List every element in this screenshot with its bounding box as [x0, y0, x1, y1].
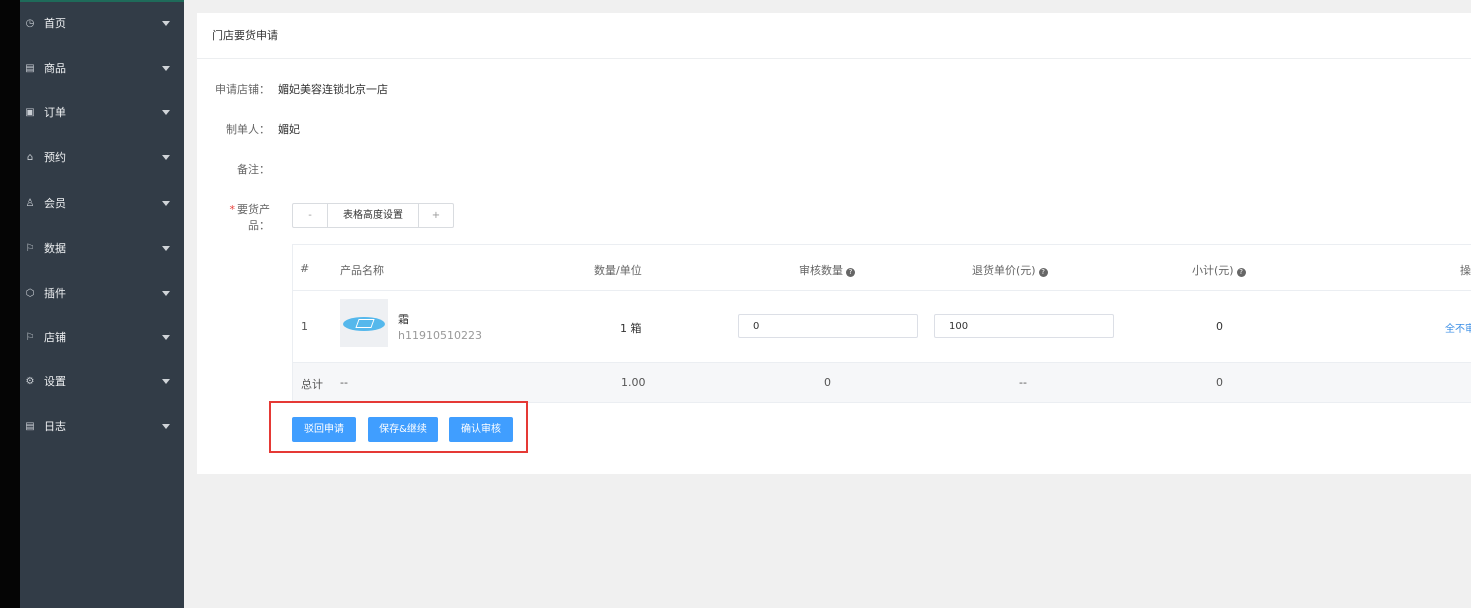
- product-name: 霜: [398, 313, 409, 326]
- chevron-down-icon: [162, 246, 170, 251]
- member-icon: ♙: [25, 197, 35, 209]
- page-title: 门店要货申请: [197, 13, 1471, 59]
- products-label-text: 要货产品：: [237, 203, 270, 232]
- sidebar-item-settings[interactable]: ⚙ 设置: [20, 359, 184, 403]
- chevron-down-icon: [162, 66, 170, 71]
- save-continue-button[interactable]: 保存&继续: [368, 417, 438, 442]
- maker-label: 制单人：: [226, 123, 270, 136]
- sidebar-item-label: 设置: [44, 375, 66, 388]
- chevron-down-icon: [162, 335, 170, 340]
- sidebar-item-label: 店铺: [44, 331, 66, 344]
- help-icon[interactable]: ?: [846, 268, 855, 277]
- confirm-audit-button[interactable]: 确认审核: [449, 417, 513, 442]
- header-subtotal: 小计(元)?: [1192, 262, 1246, 278]
- sidebar-item-booking[interactable]: ⌂ 预约: [20, 135, 184, 179]
- sidebar-item-goods[interactable]: ▤ 商品: [20, 46, 184, 90]
- total-name: --: [340, 376, 348, 389]
- total-subtotal: 0: [1216, 376, 1223, 389]
- sidebar-item-label: 日志: [44, 420, 66, 433]
- remark-label: 备注：: [237, 163, 270, 176]
- home-icon: ⌂: [26, 151, 34, 163]
- dashboard-icon: ◷: [25, 17, 35, 29]
- store-label: 申请店铺：: [215, 83, 270, 96]
- sidebar-item-label: 首页: [44, 17, 66, 30]
- header-operation: 操: [1460, 264, 1471, 277]
- chevron-down-icon: [162, 291, 170, 296]
- row-qty-unit: 1 箱: [620, 322, 642, 335]
- plugin-icon: ⬡: [25, 287, 35, 299]
- sidebar: ◷ 首页 ▤ 商品 ▣ 订单 ⌂ 预约 ♙ 会员 ⚐ 数据 ⬡ 插件 ⚐ 店铺 …: [20, 0, 184, 608]
- sidebar-item-members[interactable]: ♙ 会员: [20, 181, 184, 225]
- chevron-down-icon: [162, 379, 170, 384]
- chevron-down-icon: [162, 424, 170, 429]
- order-icon: ▣: [25, 106, 35, 118]
- total-label: 总计: [301, 378, 323, 391]
- table-header-row: # 产品名称 数量/单位 审核数量? 退货单价(元)? 小计(元)? 操: [292, 244, 1471, 291]
- product-code: h11910510223: [398, 329, 482, 342]
- table-total-row: 总计 -- 1.00 0 -- 0: [292, 363, 1471, 403]
- chevron-down-icon: [162, 110, 170, 115]
- log-icon: ▤: [25, 420, 35, 432]
- sidebar-item-label: 商品: [44, 62, 66, 75]
- product-thumbnail: [340, 299, 388, 347]
- header-qty-unit: 数量/单位: [594, 264, 642, 277]
- row-subtotal: 0: [1216, 320, 1223, 333]
- chevron-down-icon: [162, 155, 170, 160]
- header-subtotal-label: 小计(元): [1192, 264, 1234, 277]
- sidebar-item-orders[interactable]: ▣ 订单: [20, 90, 184, 134]
- settings-icon: ⚙: [25, 375, 35, 387]
- sidebar-item-label: 数据: [44, 242, 66, 255]
- left-edge: [0, 0, 20, 608]
- header-index: #: [300, 262, 310, 275]
- sidebar-item-data[interactable]: ⚐ 数据: [20, 226, 184, 270]
- header-product-name: 产品名称: [340, 264, 384, 277]
- table-height-stepper: - 表格高度设置 +: [292, 203, 454, 228]
- total-return-price: --: [1019, 376, 1027, 389]
- header-return-price-label: 退货单价(元): [972, 264, 1036, 277]
- reject-all-link[interactable]: 全不审: [1445, 320, 1471, 335]
- audit-qty-input[interactable]: [738, 314, 918, 338]
- header-audit-qty-label: 审核数量: [799, 264, 843, 277]
- sidebar-item-label: 订单: [44, 106, 66, 119]
- row-index: 1: [301, 320, 308, 333]
- withdraw-button[interactable]: 驳回申请: [292, 417, 356, 442]
- sidebar-item-plugins[interactable]: ⬡ 插件: [20, 271, 184, 315]
- goods-icon: ▤: [25, 62, 35, 74]
- chevron-down-icon: [162, 201, 170, 206]
- return-price-input[interactable]: [934, 314, 1114, 338]
- table-row: 1 霜 h11910510223 1 箱 0 全不审: [292, 291, 1471, 363]
- maker-value: 媚妃: [278, 123, 300, 136]
- header-audit-qty: 审核数量?: [799, 262, 855, 278]
- sidebar-item-label: 插件: [44, 287, 66, 300]
- sidebar-item-logs[interactable]: ▤ 日志: [20, 404, 184, 448]
- sidebar-item-label: 会员: [44, 197, 66, 210]
- flag-icon: ⚐: [25, 242, 35, 254]
- height-increase-button[interactable]: +: [419, 204, 453, 227]
- header-return-price: 退货单价(元)?: [972, 262, 1048, 278]
- sidebar-item-label: 预约: [44, 151, 66, 164]
- help-icon[interactable]: ?: [1236, 268, 1246, 277]
- total-audit-qty: 0: [824, 376, 831, 389]
- store-flag-icon: ⚐: [25, 331, 35, 343]
- products-label: * 要货产品：: [210, 201, 271, 233]
- height-setting-label: 表格高度设置: [327, 204, 419, 227]
- sidebar-item-store[interactable]: ⚐ 店铺: [20, 315, 184, 359]
- chevron-down-icon: [162, 21, 170, 26]
- help-icon[interactable]: ?: [1038, 268, 1048, 277]
- sidebar-item-home[interactable]: ◷ 首页: [20, 1, 184, 45]
- height-decrease-button[interactable]: -: [293, 204, 327, 227]
- table-left-border: [292, 244, 293, 403]
- required-mark: *: [229, 203, 236, 216]
- store-value: 媚妃美容连锁北京一店: [278, 83, 388, 96]
- product-image-card: [355, 319, 375, 328]
- total-qty: 1.00: [621, 376, 646, 389]
